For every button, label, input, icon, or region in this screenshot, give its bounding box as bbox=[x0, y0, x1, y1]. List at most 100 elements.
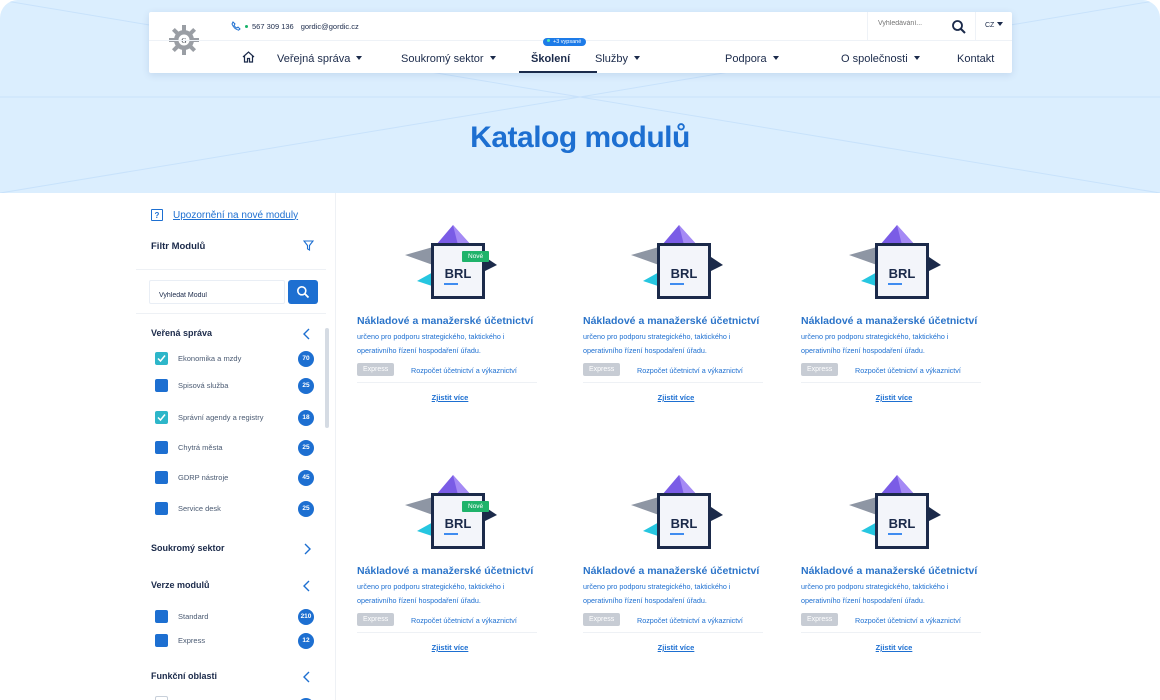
module-logo-icon: BRL bbox=[405, 225, 497, 299]
filter-item-ekonomika[interactable]: Ekonomika a mzdy 70 bbox=[155, 351, 315, 367]
header-topbar: 567 309 136 gordic@gordic.cz CZ bbox=[149, 12, 1012, 41]
chevron-down-icon bbox=[772, 56, 779, 60]
version-tag: Express bbox=[357, 363, 395, 376]
checkbox[interactable] bbox=[155, 441, 168, 454]
chevron-left-icon[interactable] bbox=[302, 328, 312, 340]
learn-more-link[interactable]: Zjistit více bbox=[801, 393, 987, 402]
module-card[interactable]: BRL Nákladové a manažerské účetnictví ur… bbox=[583, 473, 769, 658]
filter-item-label: Správní agendy a registry bbox=[178, 413, 264, 422]
nav-label: Podpora bbox=[725, 53, 767, 65]
group-title-verejna-sprava[interactable]: Veřená správa bbox=[151, 328, 212, 338]
module-title[interactable]: Nákladové a manažerské účetnictví bbox=[801, 565, 977, 577]
chevron-left-icon[interactable] bbox=[302, 580, 312, 592]
learn-more-link[interactable]: Zjistit více bbox=[801, 643, 987, 652]
group-title-verze-modulu[interactable]: Verze modulů bbox=[151, 580, 210, 590]
checkbox-checked[interactable] bbox=[155, 352, 168, 365]
module-search-button[interactable] bbox=[288, 280, 318, 304]
module-title[interactable]: Nákladové a manažerské účetnictví bbox=[583, 315, 759, 327]
checkbox[interactable] bbox=[155, 379, 168, 392]
nav-soukromy-sektor[interactable]: Soukromý sektor bbox=[401, 53, 496, 65]
new-modules-notice[interactable]: ? Upozornění na nové moduly bbox=[151, 209, 298, 221]
question-icon: ? bbox=[151, 209, 163, 221]
module-card[interactable]: BRL Nové Nákladové a manažerské účetnict… bbox=[357, 223, 543, 408]
filter-icon[interactable] bbox=[303, 240, 314, 251]
phone-icon bbox=[231, 21, 241, 31]
count-badge: 70 bbox=[298, 351, 314, 367]
logo-text: BRL bbox=[445, 516, 472, 531]
nav-o-spolecnosti[interactable]: O společnosti bbox=[841, 53, 920, 65]
email-link[interactable]: gordic@gordic.cz bbox=[301, 22, 359, 31]
filter-item-spisova[interactable]: Spisová služba 25 bbox=[155, 378, 315, 394]
checkbox[interactable] bbox=[155, 696, 168, 700]
filter-item-label: Service desk bbox=[178, 504, 221, 513]
module-card[interactable]: BRL Nové Nákladové a manažerské účetnict… bbox=[357, 473, 543, 658]
module-card[interactable]: BRL Nákladové a manažerské účetnictví ur… bbox=[583, 223, 769, 408]
logo-text: BRL bbox=[671, 266, 698, 281]
filter-item-spravni-agendy[interactable]: Správní agendy a registry 18 bbox=[155, 410, 315, 426]
new-badge: Nové bbox=[462, 251, 490, 262]
filter-item-label: Spisová služba bbox=[178, 381, 229, 390]
nav-kontakt[interactable]: Kontakt bbox=[957, 53, 994, 65]
module-tag-row: Express Rozpočet účetnictví a výkaznictv… bbox=[357, 362, 537, 383]
badge-label: +3 vypsané bbox=[553, 39, 582, 45]
module-category: Rozpočet účetnictví a výkaznictví bbox=[411, 366, 517, 375]
checkbox[interactable] bbox=[155, 634, 168, 647]
home-icon[interactable] bbox=[242, 51, 255, 63]
nav-label: O společnosti bbox=[841, 53, 908, 65]
check-icon bbox=[157, 355, 166, 363]
module-title[interactable]: Nákladové a manažerské účetnictví bbox=[357, 315, 533, 327]
group-title-soukromy-sektor[interactable]: Soukromý sektor bbox=[151, 543, 225, 553]
learn-more-link[interactable]: Zjistit více bbox=[583, 643, 769, 652]
module-logo-icon: BRL bbox=[849, 225, 941, 299]
filter-item-gdrp[interactable]: GDRP nástroje 45 bbox=[155, 470, 315, 486]
module-title[interactable]: Nákladové a manažerské účetnictví bbox=[357, 565, 533, 577]
module-title[interactable]: Nákladové a manažerské účetnictví bbox=[801, 315, 977, 327]
checkbox[interactable] bbox=[155, 502, 168, 515]
module-title[interactable]: Nákladové a manažerské účetnictví bbox=[583, 565, 759, 577]
nav-label: Kontakt bbox=[957, 53, 995, 65]
site-search-input[interactable] bbox=[878, 20, 938, 27]
learn-more-link[interactable]: Zjistit více bbox=[357, 643, 543, 652]
check-icon bbox=[157, 414, 166, 422]
filter-item-label: Standard bbox=[178, 612, 209, 621]
notice-link[interactable]: Upozornění na nové moduly bbox=[173, 210, 298, 221]
checkbox-checked[interactable] bbox=[155, 411, 168, 424]
module-card[interactable]: BRL Nákladové a manažerské účetnictví ur… bbox=[801, 223, 987, 408]
filter-item-partial[interactable] bbox=[155, 696, 315, 700]
module-card[interactable]: BRL Nákladové a manažerské účetnictví ur… bbox=[801, 473, 987, 658]
version-tag: Express bbox=[357, 613, 395, 626]
learn-more-link[interactable]: Zjistit více bbox=[583, 393, 769, 402]
learn-more-link[interactable]: Zjistit více bbox=[357, 393, 543, 402]
language-label: CZ bbox=[985, 22, 995, 29]
module-logo-icon: BRL bbox=[849, 475, 941, 549]
search-icon[interactable] bbox=[951, 19, 967, 35]
language-select[interactable]: CZ bbox=[975, 12, 1012, 41]
sidebar-scrollbar[interactable] bbox=[325, 328, 329, 428]
site-header: G 567 309 136 gordic@gordic.cz CZ bbox=[149, 12, 1012, 73]
module-category: Rozpočet účetnictví a výkaznictví bbox=[855, 366, 961, 375]
module-tag-row: Express Rozpočet účetnictví a výkaznictv… bbox=[357, 612, 537, 633]
chevron-right-icon[interactable] bbox=[302, 543, 312, 555]
filter-item-label: GDRP nástroje bbox=[178, 473, 229, 482]
nav-sluzby[interactable]: Služby bbox=[595, 53, 641, 65]
filter-item-standard[interactable]: Standard 210 bbox=[155, 609, 315, 625]
nav-skoleni[interactable]: Školení bbox=[531, 53, 570, 65]
checkbox[interactable] bbox=[155, 471, 168, 484]
filter-item-express[interactable]: Express 12 bbox=[155, 633, 315, 649]
filter-item-service-desk[interactable]: Service desk 25 bbox=[155, 501, 315, 517]
page: Katalog modulů G 567 309 136 gordic@gord… bbox=[0, 0, 1160, 700]
module-category: Rozpočet účetnictví a výkaznictví bbox=[637, 616, 743, 625]
checkbox[interactable] bbox=[155, 610, 168, 623]
module-category: Rozpočet účetnictví a výkaznictví bbox=[411, 616, 517, 625]
nav-verejna-sprava[interactable]: Veřejná správa bbox=[277, 53, 363, 65]
module-search-input[interactable] bbox=[149, 280, 285, 304]
count-badge: 45 bbox=[298, 470, 314, 486]
chevron-left-icon[interactable] bbox=[302, 671, 312, 683]
chevron-down-icon bbox=[489, 56, 496, 60]
phone-number[interactable]: 567 309 136 bbox=[252, 22, 294, 31]
group-title-funkcni-oblasti[interactable]: Funkční oblasti bbox=[151, 671, 217, 681]
version-tag: Express bbox=[583, 613, 621, 626]
nav-podpora[interactable]: Podpora bbox=[725, 53, 779, 65]
page-title: Katalog modulů bbox=[470, 121, 690, 154]
filter-item-chytra-mesta[interactable]: Chytrá města 25 bbox=[155, 440, 315, 456]
